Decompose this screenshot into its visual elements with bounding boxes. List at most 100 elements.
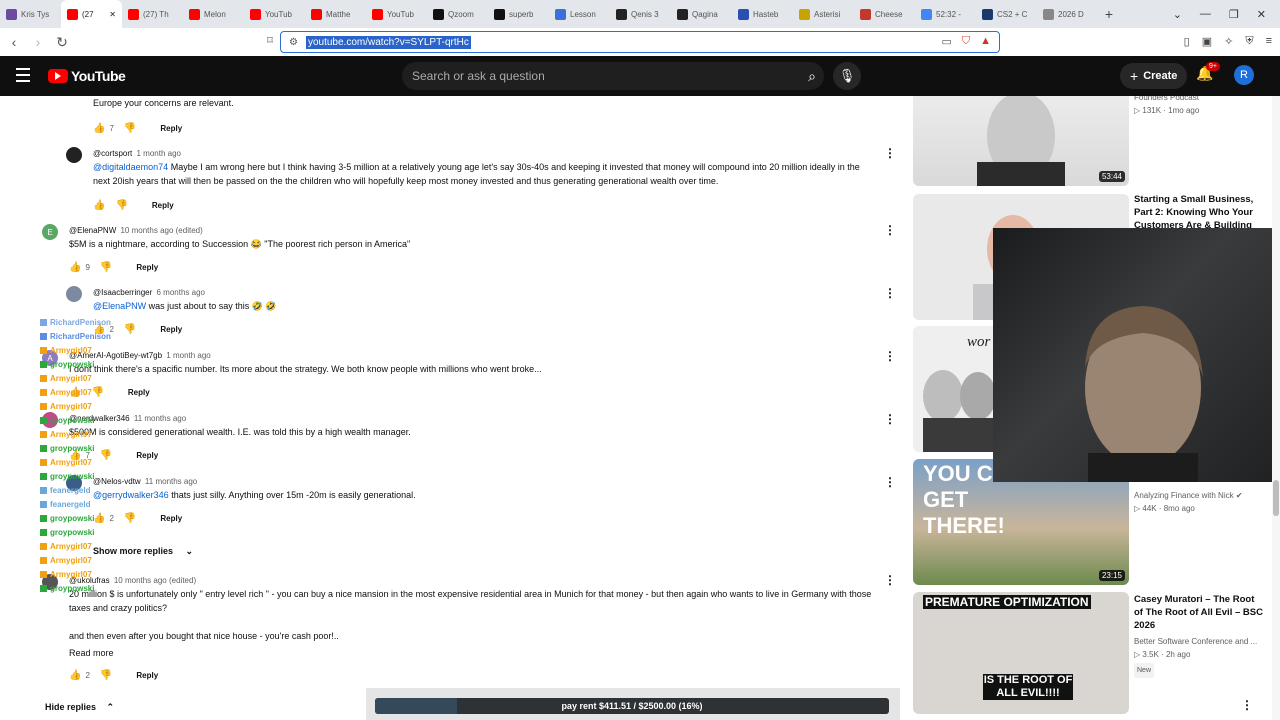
sidebar-icon[interactable]: ▯ bbox=[1184, 35, 1190, 48]
like-icon[interactable]: 👍 bbox=[93, 200, 105, 211]
close-window-icon[interactable]: ✕ bbox=[1257, 8, 1266, 21]
reply-button[interactable]: Reply bbox=[160, 325, 182, 334]
browser-tab[interactable]: Matthe bbox=[305, 0, 366, 28]
channel-name[interactable]: Founders Podcast bbox=[1134, 96, 1274, 104]
dislike-icon[interactable]: 👎 bbox=[100, 670, 112, 681]
comment-time[interactable]: 10 months ago (edited) bbox=[114, 576, 196, 585]
browser-tab[interactable]: Cheese bbox=[854, 0, 915, 28]
avatar[interactable]: E bbox=[42, 224, 58, 240]
comment-time[interactable]: 1 month ago bbox=[136, 149, 180, 158]
page-scrollbar[interactable] bbox=[1272, 96, 1280, 720]
reply-button[interactable]: Reply bbox=[160, 514, 182, 523]
like-icon[interactable]: 👍 bbox=[93, 513, 105, 524]
browser-tab[interactable]: CS2 + C bbox=[976, 0, 1037, 28]
more-options-icon[interactable]: ⋮ bbox=[884, 475, 896, 489]
browser-tab[interactable]: superb bbox=[488, 0, 549, 28]
dislike-icon[interactable]: 👎 bbox=[124, 324, 136, 335]
more-options-icon[interactable]: ⋮ bbox=[884, 573, 896, 587]
channel-name[interactable]: Analyzing Finance with Nick ✔ bbox=[1134, 489, 1274, 502]
warning-icon[interactable]: ▲ bbox=[980, 35, 991, 48]
more-options-icon[interactable]: ⋮ bbox=[884, 146, 896, 160]
vpn-icon[interactable]: ⛨ bbox=[1245, 35, 1253, 48]
read-more-link[interactable]: Read more bbox=[69, 648, 114, 658]
reload-icon[interactable]: ↻ bbox=[52, 34, 72, 51]
url-text[interactable]: youtube.com/watch?v=SYLPT-qrtHc bbox=[305, 35, 471, 49]
dislike-icon[interactable]: 👎 bbox=[124, 123, 136, 134]
like-icon[interactable]: 👍 bbox=[69, 262, 81, 273]
cast-icon[interactable]: ▭ bbox=[941, 35, 951, 48]
forward-icon[interactable]: › bbox=[28, 34, 48, 50]
browser-tab[interactable]: Lesson bbox=[549, 0, 610, 28]
browser-tab[interactable]: 2026 D bbox=[1037, 0, 1098, 28]
comment-author[interactable]: @Nelos-vdtw bbox=[93, 477, 141, 486]
more-options-icon[interactable]: ⋮ bbox=[884, 223, 896, 237]
more-options-icon[interactable]: ⋮ bbox=[1241, 698, 1253, 712]
dislike-icon[interactable]: 👎 bbox=[115, 200, 127, 211]
reply-button[interactable]: Reply bbox=[160, 124, 182, 133]
comment-time[interactable]: 11 months ago bbox=[134, 414, 186, 423]
mention-link[interactable]: @digitaldaemon74 bbox=[93, 162, 168, 172]
bookmark-icon[interactable]: ⌑ bbox=[260, 34, 280, 47]
scrollbar-thumb[interactable] bbox=[1273, 480, 1279, 516]
hamburger-menu-icon[interactable] bbox=[16, 68, 30, 86]
browser-tab[interactable]: 52:32 - bbox=[915, 0, 976, 28]
browser-tab[interactable]: (27) Th bbox=[122, 0, 183, 28]
like-icon[interactable]: 👍 bbox=[69, 670, 81, 681]
show-more-replies-button[interactable]: Show more replies ⌄ bbox=[93, 546, 193, 557]
comment-author[interactable]: @ElenaPNW bbox=[69, 226, 116, 235]
mention-link[interactable]: @gerrydwalker346 bbox=[93, 490, 169, 500]
back-icon[interactable]: ‹ bbox=[4, 34, 24, 50]
address-bar[interactable]: ⚙ youtube.com/watch?v=SYLPT-qrtHc ▭ ⛉ ▲ bbox=[280, 31, 1000, 53]
youtube-logo[interactable]: YouTube bbox=[48, 68, 126, 84]
browser-tab[interactable]: Melon bbox=[183, 0, 244, 28]
dislike-icon[interactable]: 👎 bbox=[91, 387, 103, 398]
dislike-icon[interactable]: 👎 bbox=[100, 450, 112, 461]
browser-tab[interactable]: Hasteb bbox=[732, 0, 793, 28]
browser-tab[interactable]: (27 ✕ bbox=[61, 0, 122, 28]
account-avatar[interactable]: R bbox=[1234, 65, 1254, 85]
reply-button[interactable]: Reply bbox=[152, 201, 174, 210]
comment-author[interactable]: @cortsport bbox=[93, 149, 132, 158]
like-icon[interactable]: 👍 bbox=[93, 123, 105, 134]
comment-time[interactable]: 10 months ago (edited) bbox=[120, 226, 202, 235]
maximize-icon[interactable]: ❐ bbox=[1229, 8, 1239, 21]
comment-author[interactable]: @Isaacberringer bbox=[93, 288, 152, 297]
new-tab-button[interactable]: + bbox=[1098, 6, 1120, 22]
wallet-icon[interactable]: ▣ bbox=[1202, 35, 1212, 48]
reply-button[interactable]: Reply bbox=[128, 388, 150, 397]
more-options-icon[interactable]: ⋮ bbox=[884, 286, 896, 300]
video-title[interactable]: Casey Muratori – The Root of The Root of… bbox=[1134, 593, 1264, 632]
minimize-icon[interactable]: — bbox=[1200, 8, 1211, 20]
search-icon[interactable]: ⌕ bbox=[808, 68, 816, 85]
browser-tab[interactable]: Kris Tys bbox=[0, 0, 61, 28]
comment-time[interactable]: 1 month ago bbox=[166, 351, 210, 360]
video-thumbnail[interactable]: 53:44 bbox=[913, 96, 1129, 186]
browser-tab[interactable]: Qagina bbox=[671, 0, 732, 28]
hide-replies-button[interactable]: Hide replies ⌃ bbox=[45, 702, 114, 713]
menu-icon[interactable]: ≡ bbox=[1266, 35, 1272, 48]
tab-search-icon[interactable]: ⌄ bbox=[1173, 8, 1182, 21]
site-info-icon[interactable]: ⚙ bbox=[289, 37, 298, 48]
browser-tab[interactable]: Qenis 3 bbox=[610, 0, 671, 28]
avatar[interactable] bbox=[66, 147, 82, 163]
browser-tab[interactable]: Qzoom bbox=[427, 0, 488, 28]
dislike-icon[interactable]: 👎 bbox=[124, 513, 136, 524]
reply-button[interactable]: Reply bbox=[136, 451, 158, 460]
channel-name[interactable]: Better Software Conference and ... bbox=[1134, 635, 1274, 648]
browser-tab[interactable]: YouTub bbox=[366, 0, 427, 28]
video-thumbnail[interactable]: PREMATURE OPTIMIZATION IS THE ROOT OF AL… bbox=[913, 592, 1129, 714]
avatar[interactable] bbox=[66, 286, 82, 302]
mention-link[interactable]: @ElenaPNW bbox=[93, 301, 146, 311]
search-input[interactable]: Search or ask a question ⌕ bbox=[402, 62, 824, 90]
reply-button[interactable]: Reply bbox=[136, 263, 158, 272]
more-options-icon[interactable]: ⋮ bbox=[884, 349, 896, 363]
comment-time[interactable]: 6 months ago bbox=[157, 288, 205, 297]
dislike-icon[interactable]: 👎 bbox=[100, 262, 112, 273]
brave-shield-icon[interactable]: ⛉ bbox=[962, 35, 970, 48]
leo-icon[interactable]: ✧ bbox=[1224, 35, 1233, 48]
close-tab-icon[interactable]: ✕ bbox=[109, 10, 116, 19]
video-title[interactable]: Starting a Small Business, Part 2: Knowi… bbox=[1134, 193, 1264, 231]
create-button[interactable]: + Create bbox=[1120, 63, 1188, 89]
browser-tab[interactable]: Asterisi bbox=[793, 0, 854, 28]
more-options-icon[interactable]: ⋮ bbox=[884, 412, 896, 426]
